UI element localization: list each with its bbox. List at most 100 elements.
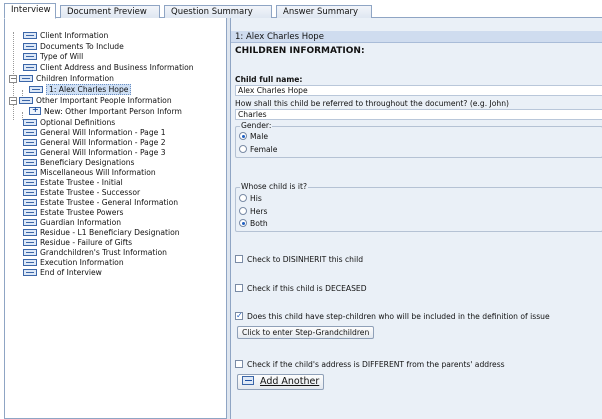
tree-item-label: General Will Information - Page 1: [40, 128, 166, 137]
tab-interview[interactable]: Interview: [4, 3, 56, 19]
whose-both-radio[interactable]: Both: [239, 219, 268, 229]
page-icon: [23, 269, 37, 276]
tab-question-summary[interactable]: Question Summary: [164, 5, 272, 19]
page-icon: [23, 169, 37, 176]
tree-item-estate-trustee-powers[interactable]: Estate Trustee Powers: [23, 208, 124, 218]
page-icon: [23, 43, 37, 50]
add-another-button[interactable]: Add Another: [237, 374, 325, 390]
tree-item-estate-trustee-successor[interactable]: Estate Trustee - Successor: [23, 188, 140, 198]
tab-bar: Interview Document Preview Question Summ…: [4, 2, 602, 19]
tree-item-other-important-people[interactable]: Other Important People Information: [19, 96, 172, 106]
add-another-label: Add Another: [260, 376, 320, 387]
tab-document-preview-label: Document Preview: [67, 7, 147, 17]
tree-item-label: Estate Trustee - General Information: [40, 198, 179, 207]
page-icon: [23, 229, 37, 236]
radio-icon: [239, 145, 247, 153]
tree-item-label: Beneficiary Designations: [40, 158, 135, 167]
tree-item-label: Estate Trustee Powers: [40, 208, 124, 217]
page-icon: [23, 149, 37, 156]
page-icon: [19, 75, 33, 82]
deceased-checkbox[interactable]: Check if this child is DECEASED: [235, 284, 367, 294]
tree-item-client-address[interactable]: Client Address and Business Information: [23, 63, 194, 73]
checkbox-icon: [235, 255, 243, 263]
tree-item-general-will-page-1[interactable]: General Will Information - Page 1: [23, 128, 166, 138]
tree-item-label: General Will Information - Page 2: [40, 138, 166, 147]
child-name-field[interactable]: Alex Charles Hope: [235, 85, 602, 96]
disinherit-label: Check to DISINHERIT this child: [247, 255, 364, 264]
tree-item-label: Residue - L1 Beneficiary Designation: [40, 228, 180, 237]
referred-as-field[interactable]: Charles: [235, 109, 602, 120]
child-name-label: Child full name:: [235, 75, 303, 84]
page-icon: [23, 249, 37, 256]
collapse-children-icon[interactable]: −: [9, 75, 17, 83]
page-icon: [23, 239, 37, 246]
tree-item-alex-charles-hope[interactable]: 1: Alex Charles Hope: [29, 84, 132, 95]
tree-item-general-will-page-2[interactable]: General Will Information - Page 2: [23, 138, 166, 148]
tree-item-documents-to-include[interactable]: Documents To Include: [23, 42, 124, 52]
tree-item-miscellaneous-will[interactable]: Miscellaneous Will Information: [23, 168, 156, 178]
whose-hers-radio[interactable]: Hers: [239, 207, 267, 217]
whose-his-radio[interactable]: His: [239, 194, 262, 204]
page-icon: [23, 64, 37, 71]
tree-item-residue-failure-of-gifts[interactable]: Residue - Failure of Gifts: [23, 238, 132, 248]
tree-item-end-of-interview[interactable]: End of Interview: [23, 268, 102, 278]
tree-item-children-information[interactable]: Children Information: [19, 74, 114, 84]
collapse-other-people-icon[interactable]: −: [9, 97, 17, 105]
page-icon: [23, 53, 37, 60]
checkbox-icon: [235, 284, 243, 292]
tree-item-label: Client Address and Business Information: [40, 63, 194, 72]
page-icon: [23, 129, 37, 136]
tree-item-label: Documents To Include: [40, 42, 124, 51]
disinherit-checkbox[interactable]: Check to DISINHERIT this child: [235, 255, 363, 265]
tree-item-guardian-information[interactable]: Guardian Information: [23, 218, 121, 228]
tab-document-preview[interactable]: Document Preview: [60, 5, 160, 19]
tree-item-label: Grandchildren's Trust Information: [40, 248, 167, 257]
tree-item-label: End of Interview: [40, 268, 102, 277]
step-grandchildren-button[interactable]: Click to enter Step-Grandchildren: [237, 326, 375, 339]
radio-icon: [239, 207, 247, 215]
tree-item-label: Other Important People Information: [36, 96, 172, 105]
tab-answer-summary[interactable]: Answer Summary: [276, 5, 372, 19]
tree-item-residue-l1[interactable]: Residue - L1 Beneficiary Designation: [23, 228, 180, 238]
add-entry-icon: [29, 105, 41, 115]
tree-item-label: Guardian Information: [40, 218, 122, 227]
tree-item-grandchildrens-trust[interactable]: Grandchildren's Trust Information: [23, 248, 167, 258]
step-children-checkbox[interactable]: Does this child have step-children who w…: [235, 311, 550, 322]
page-icon: [23, 189, 37, 196]
form-header: 1: Alex Charles Hope: [231, 31, 602, 43]
tree-item-execution-information[interactable]: Execution Information: [23, 258, 124, 268]
tab-question-summary-label: Question Summary: [171, 7, 253, 17]
gender-female-radio[interactable]: Female: [239, 145, 277, 155]
different-address-label: Check if the child's address is DIFFEREN…: [247, 360, 505, 369]
tab-answer-summary-label: Answer Summary: [283, 7, 359, 17]
different-address-checkbox[interactable]: Check if the child's address is DIFFEREN…: [235, 360, 505, 370]
checkbox-icon: [235, 360, 243, 368]
tree-item-label: Children Information: [36, 74, 114, 83]
whose-both-label: Both: [250, 219, 268, 228]
radio-selected-icon: [239, 132, 247, 140]
tree-item-label: Estate Trustee - Initial: [40, 178, 123, 187]
tree-item-general-will-page-3[interactable]: General Will Information - Page 3: [23, 148, 166, 158]
tree-item-type-of-will[interactable]: Type of Will: [23, 52, 83, 62]
tree-item-label: Type of Will: [40, 52, 84, 61]
tree-item-optional-definitions[interactable]: Optional Definitions: [23, 118, 115, 128]
add-record-icon: [242, 376, 254, 385]
interview-tree-panel: Client Information Documents To Include …: [4, 18, 227, 419]
referred-as-label: How shall this child be referred to thro…: [235, 99, 510, 108]
tree-item-label: Execution Information: [40, 258, 124, 267]
tree-item-label: New: Other Important Person Inform: [44, 107, 182, 116]
gender-male-radio[interactable]: Male: [239, 132, 268, 142]
section-title: CHILDREN INFORMATION:: [235, 46, 365, 56]
page-icon: [23, 159, 37, 166]
page-icon: [23, 199, 37, 206]
tree-item-client-information[interactable]: Client Information: [23, 31, 108, 41]
tree-item-label: Estate Trustee - Successor: [40, 188, 141, 197]
page-icon: [23, 219, 37, 226]
tree-item-beneficiary-designations[interactable]: Beneficiary Designations: [23, 158, 135, 168]
radio-selected-icon: [239, 219, 247, 227]
tree-item-label: Residue - Failure of Gifts: [40, 238, 133, 247]
tree-item-estate-trustee-initial[interactable]: Estate Trustee - Initial: [23, 178, 123, 188]
whose-hers-label: Hers: [250, 207, 268, 216]
tree-item-new-other-important-person[interactable]: New: Other Important Person Inform: [29, 105, 182, 117]
tree-item-estate-trustee-general[interactable]: Estate Trustee - General Information: [23, 198, 178, 208]
